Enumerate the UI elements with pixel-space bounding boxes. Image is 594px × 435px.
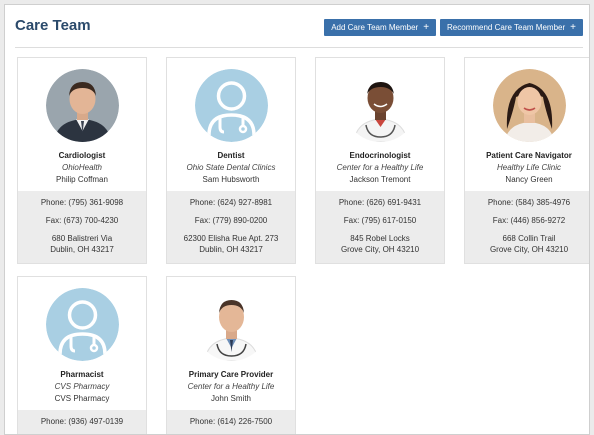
care-team-card-primary-care-provider[interactable]: Primary Care Provider Center for a Healt… [166, 276, 296, 434]
card-contact-info: Phone: (936) 497-0139 [18, 410, 146, 434]
card-address-line2: Grove City, OH 43210 [489, 245, 569, 254]
care-team-card-pharmacist[interactable]: Pharmacist CVS Pharmacy CVS Pharmacy Pho… [17, 276, 147, 434]
card-phone: Phone: (614) 226-7500 [189, 417, 273, 426]
care-team-grid: Cardiologist OhioHealth Philip Coffman P… [17, 57, 589, 434]
card-person-name: Jackson Tremont [349, 175, 411, 184]
card-organization: CVS Pharmacy [54, 382, 110, 391]
card-address-line2: Dublin, OH 43217 [199, 245, 263, 254]
plus-icon: + [570, 21, 576, 33]
recommend-care-team-member-label: Recommend Care Team Member [447, 23, 566, 32]
card-fax: Fax: (446) 856-9272 [492, 216, 566, 225]
avatar-photo-doctor-stethoscope [344, 69, 417, 142]
care-team-panel: Care Team Add Care Team Member + Recomme… [4, 4, 590, 435]
card-person-name: Nancy Green [505, 175, 553, 184]
page-title: Care Team [15, 17, 91, 34]
card-person-name: John Smith [210, 394, 252, 403]
avatar-photo-man-suit [46, 69, 119, 142]
card-organization: Ohio State Dental Clinics [186, 163, 276, 172]
card-address-line1: 680 Balistreri Via [51, 234, 113, 243]
card-role: Cardiologist [58, 151, 106, 160]
header-actions: Add Care Team Member + Recommend Care Te… [324, 19, 583, 36]
card-organization: Center for a Healthy Life [187, 382, 275, 391]
card-phone: Phone: (624) 927-8981 [189, 198, 273, 207]
card-role: Endocrinologist [349, 151, 411, 160]
card-person-name: CVS Pharmacy [54, 394, 110, 403]
avatar-photo-doctor-coat [195, 288, 268, 361]
card-organization: Healthy Life Clinic [496, 163, 562, 172]
card-role: Primary Care Provider [188, 370, 274, 379]
card-fax: Fax: (673) 700-4230 [45, 216, 119, 225]
care-team-card-endocrinologist[interactable]: Endocrinologist Center for a Healthy Lif… [315, 57, 445, 264]
doctor-placeholder-icon [46, 288, 119, 361]
card-contact-info: Phone: (795) 361-9098 Fax: (673) 700-423… [18, 191, 146, 263]
card-address-line2: Dublin, OH 43217 [50, 245, 114, 254]
card-address-line1: 668 Collin Trail [502, 234, 556, 243]
care-team-card-dentist[interactable]: Dentist Ohio State Dental Clinics Sam Hu… [166, 57, 296, 264]
card-phone: Phone: (626) 691-9431 [338, 198, 422, 207]
care-team-card-cardiologist[interactable]: Cardiologist OhioHealth Philip Coffman P… [17, 57, 147, 264]
avatar-photo-woman [493, 69, 566, 142]
add-care-team-member-button[interactable]: Add Care Team Member + [324, 19, 437, 36]
care-team-card-patient-care-navigator[interactable]: Patient Care Navigator Healthy Life Clin… [464, 57, 589, 264]
recommend-care-team-member-button[interactable]: Recommend Care Team Member + [440, 19, 583, 36]
card-person-name: Philip Coffman [56, 175, 108, 184]
card-organization: OhioHealth [61, 163, 103, 172]
card-role: Pharmacist [60, 370, 104, 379]
doctor-placeholder-icon [195, 69, 268, 142]
card-address-line2: Grove City, OH 43210 [340, 245, 420, 254]
card-role: Dentist [217, 151, 245, 160]
card-phone: Phone: (936) 497-0139 [40, 417, 124, 426]
card-fax: Fax: (795) 617-0150 [343, 216, 417, 225]
card-address-line1: 845 Robel Locks [350, 234, 410, 243]
card-address-line1: 62300 Elisha Rue Apt. 273 [183, 234, 279, 243]
care-team-header: Care Team Add Care Team Member + Recomme… [15, 17, 583, 43]
header-divider [15, 47, 583, 48]
card-fax: Fax: (779) 890-0200 [194, 216, 268, 225]
card-contact-info: Phone: (584) 385-4976 Fax: (446) 856-927… [465, 191, 589, 263]
card-role: Patient Care Navigator [486, 151, 572, 160]
card-phone: Phone: (795) 361-9098 [40, 198, 124, 207]
card-contact-info: Phone: (614) 226-7500 [167, 410, 295, 434]
card-contact-info: Phone: (626) 691-9431 Fax: (795) 617-015… [316, 191, 444, 263]
card-contact-info: Phone: (624) 927-8981 Fax: (779) 890-020… [167, 191, 295, 263]
add-care-team-member-label: Add Care Team Member [331, 23, 419, 32]
card-organization: Center for a Healthy Life [336, 163, 424, 172]
plus-icon: + [423, 21, 430, 33]
card-person-name: Sam Hubsworth [202, 175, 260, 184]
card-phone: Phone: (584) 385-4976 [487, 198, 571, 207]
